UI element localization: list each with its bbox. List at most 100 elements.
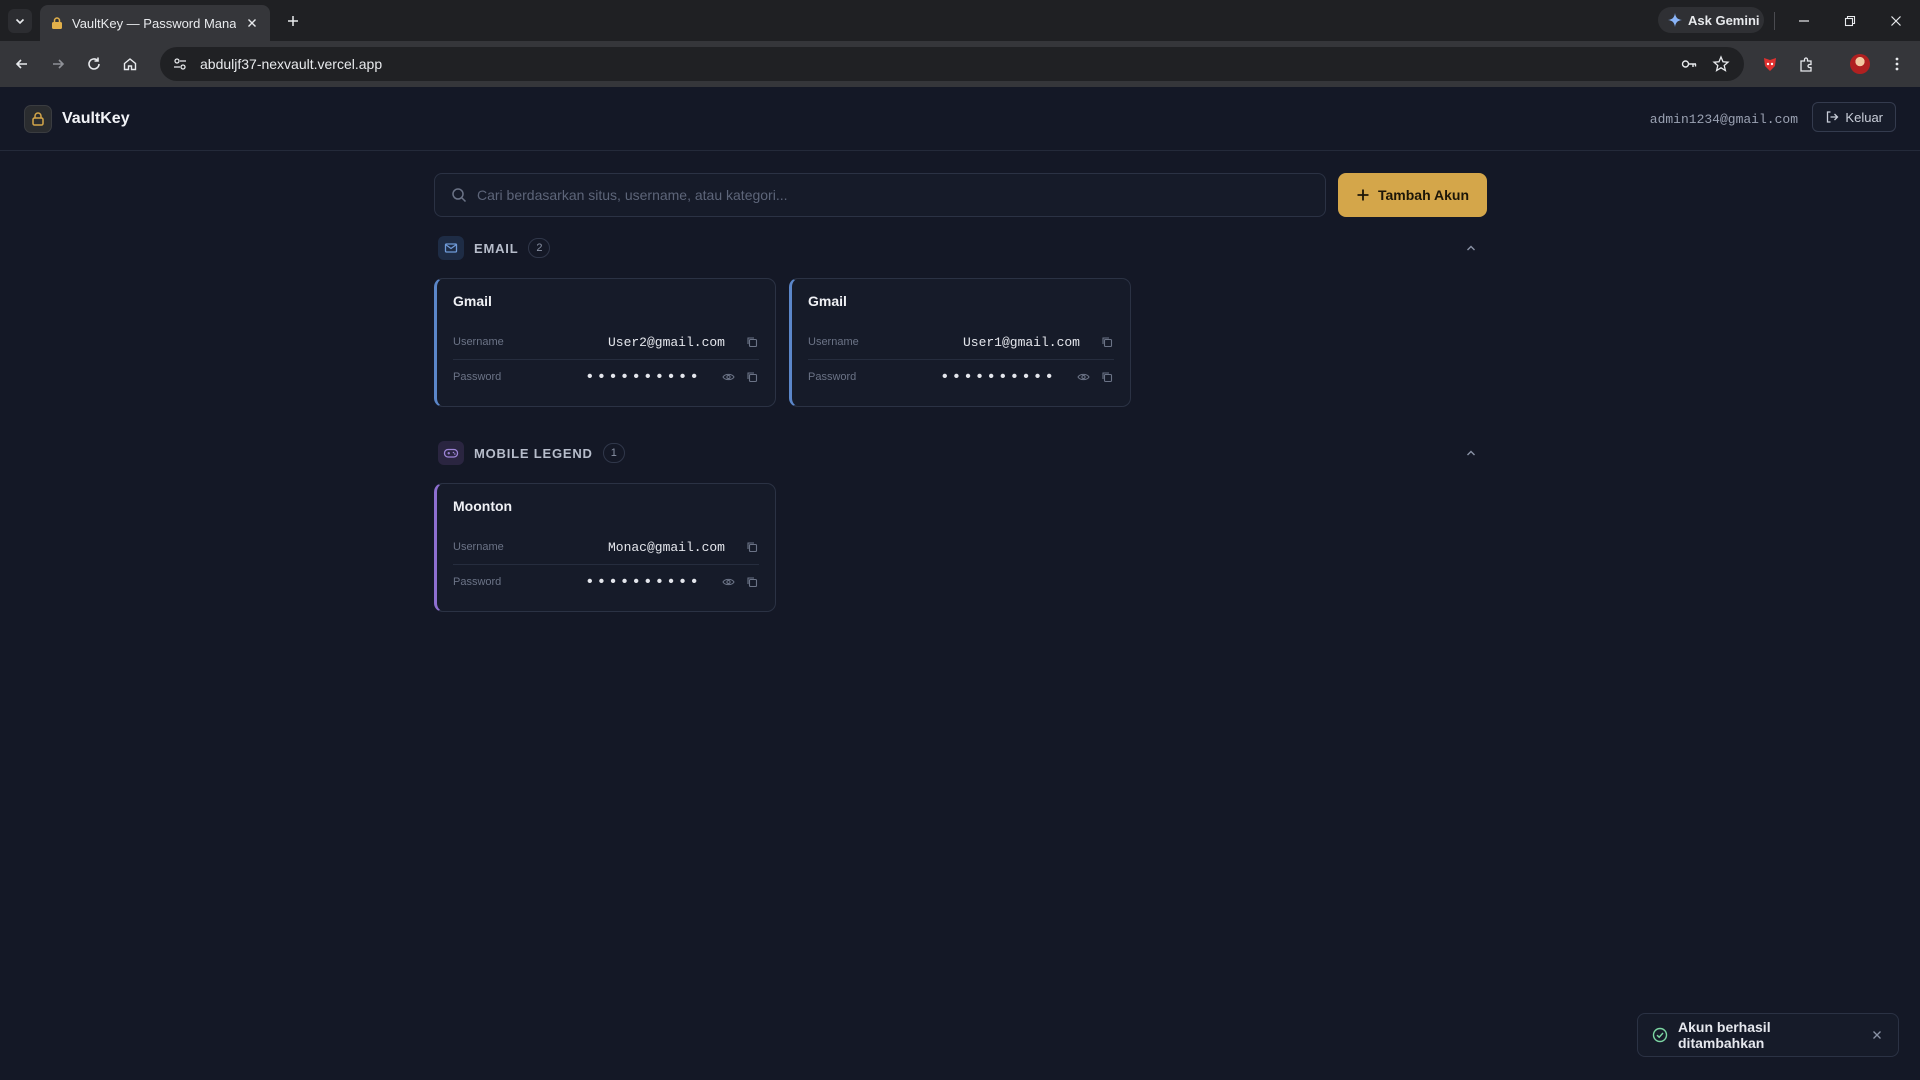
plus-icon [1357, 189, 1369, 201]
chevron-up-icon [1467, 450, 1475, 456]
username-row: Username Monac@gmail.com [453, 530, 759, 564]
app-header: VaultKey admin1234@gmail.com Keluar [0, 87, 1920, 151]
gemini-sparkle-icon [1668, 13, 1682, 27]
copy-icon[interactable] [1100, 335, 1114, 349]
password-key-icon[interactable] [1680, 55, 1698, 73]
forward-button[interactable] [46, 52, 70, 76]
username-row: Username User2@gmail.com [453, 325, 759, 359]
password-label: Password [808, 370, 857, 383]
section-icon [438, 236, 464, 260]
search-icon [452, 188, 467, 203]
minimize-button[interactable] [1792, 10, 1816, 32]
chevron-down-icon [15, 18, 25, 25]
account-card[interactable]: Gmail Username User2@gmail.com Password … [434, 278, 776, 407]
gamepad-icon [443, 448, 459, 458]
home-button[interactable] [118, 52, 142, 76]
ask-gemini-label: Ask Gemini [1688, 12, 1760, 28]
divider [1774, 12, 1775, 30]
copy-icon[interactable] [745, 335, 759, 349]
add-account-label: Tambah Akun [1377, 187, 1469, 203]
tab-list-button[interactable] [8, 9, 32, 33]
password-value: •••••••••• [584, 572, 701, 591]
browser-tabstrip: VaultKey — Password Manager Ask Gemini [0, 0, 1920, 41]
mail-icon [444, 243, 458, 253]
ask-gemini-button[interactable]: Ask Gemini [1658, 7, 1764, 33]
restore-icon [1844, 15, 1856, 27]
extensions-menu-button[interactable] [1795, 52, 1819, 76]
section-icon [438, 441, 464, 465]
logout-label: Keluar [1845, 109, 1883, 125]
copy-icon[interactable] [745, 575, 759, 589]
toast-message: Akun berhasil ditambahkan [1678, 1019, 1771, 1051]
site-settings-icon[interactable] [172, 56, 188, 72]
close-icon[interactable] [1870, 1028, 1884, 1042]
password-row: Password •••••••••• [453, 359, 759, 393]
account-site-name: Gmail [808, 293, 847, 309]
profile-button[interactable] [1848, 52, 1872, 76]
eye-icon[interactable] [1076, 370, 1090, 384]
password-value: •••••••••• [939, 367, 1056, 386]
arrow-right-icon [53, 59, 65, 69]
back-button[interactable] [10, 52, 34, 76]
account-site-name: Moonton [453, 498, 513, 514]
search-bar[interactable] [434, 173, 1326, 217]
logout-icon [1827, 111, 1839, 123]
reload-icon [88, 57, 100, 70]
section-collapse-toggle[interactable] [1462, 444, 1480, 462]
password-label: Password [453, 370, 502, 383]
section-count-badge: 1 [602, 443, 625, 463]
browser-tab[interactable]: VaultKey — Password Manager [40, 5, 270, 41]
success-toast: Akun berhasil ditambahkan [1637, 1013, 1899, 1057]
url-text: abduljf37-nexvault.vercel.app [200, 56, 383, 72]
search-input[interactable] [477, 187, 1325, 203]
eye-icon[interactable] [721, 575, 735, 589]
lock-icon [32, 112, 44, 126]
tab-close-icon[interactable] [244, 15, 260, 31]
username-value: User2@gmail.com [607, 334, 725, 350]
username-label: Username [453, 336, 504, 348]
reload-button[interactable] [82, 52, 106, 76]
close-window-button[interactable] [1884, 10, 1908, 32]
arrow-left-icon [15, 59, 27, 69]
brand-logo [24, 105, 52, 133]
close-icon [1891, 16, 1901, 26]
user-email: admin1234@gmail.com [1649, 112, 1798, 127]
account-card[interactable]: Moonton Username Monac@gmail.com Passwor… [434, 483, 776, 612]
browser-menu-button[interactable] [1885, 52, 1909, 76]
favicon-lock-icon [52, 17, 62, 29]
logout-button[interactable]: Keluar [1812, 102, 1896, 132]
password-row: Password •••••••••• [453, 564, 759, 598]
account-site-name: Gmail [453, 293, 492, 309]
username-label: Username [808, 336, 859, 348]
brand-name: VaultKey [62, 110, 130, 127]
account-card[interactable]: Gmail Username User1@gmail.com Password … [789, 278, 1131, 407]
section-header-email: EMAIL 2 [438, 235, 1486, 261]
puzzle-icon [1800, 57, 1812, 72]
username-value: Monac@gmail.com [607, 539, 725, 555]
eye-icon[interactable] [721, 370, 735, 384]
extension-badge-icon [1764, 58, 1776, 71]
extension-button[interactable] [1758, 52, 1782, 76]
password-row: Password •••••••••• [808, 359, 1114, 393]
section-title: EMAIL [474, 240, 519, 256]
restore-button[interactable] [1838, 10, 1862, 32]
bookmark-star-icon[interactable] [1712, 55, 1730, 73]
copy-icon[interactable] [1100, 370, 1114, 384]
address-bar[interactable]: abduljf37-nexvault.vercel.app [160, 47, 1744, 81]
check-circle-icon [1652, 1027, 1668, 1043]
username-row: Username User1@gmail.com [808, 325, 1114, 359]
username-label: Username [453, 541, 504, 553]
section-collapse-toggle[interactable] [1462, 239, 1480, 257]
plus-icon [288, 16, 298, 26]
new-tab-button[interactable] [282, 10, 304, 32]
section-header-mobile-legend: MOBILE LEGEND 1 [438, 440, 1486, 466]
brand[interactable]: VaultKey [24, 105, 130, 133]
browser-toolbar: abduljf37-nexvault.vercel.app [0, 41, 1920, 87]
copy-icon[interactable] [745, 540, 759, 554]
chevron-up-icon [1467, 245, 1475, 251]
copy-icon[interactable] [745, 370, 759, 384]
tab-title: VaultKey — Password Manager [72, 15, 236, 31]
add-account-button[interactable]: Tambah Akun [1338, 173, 1487, 217]
section-title: MOBILE LEGEND [474, 445, 593, 461]
section-count-badge: 2 [528, 238, 551, 258]
